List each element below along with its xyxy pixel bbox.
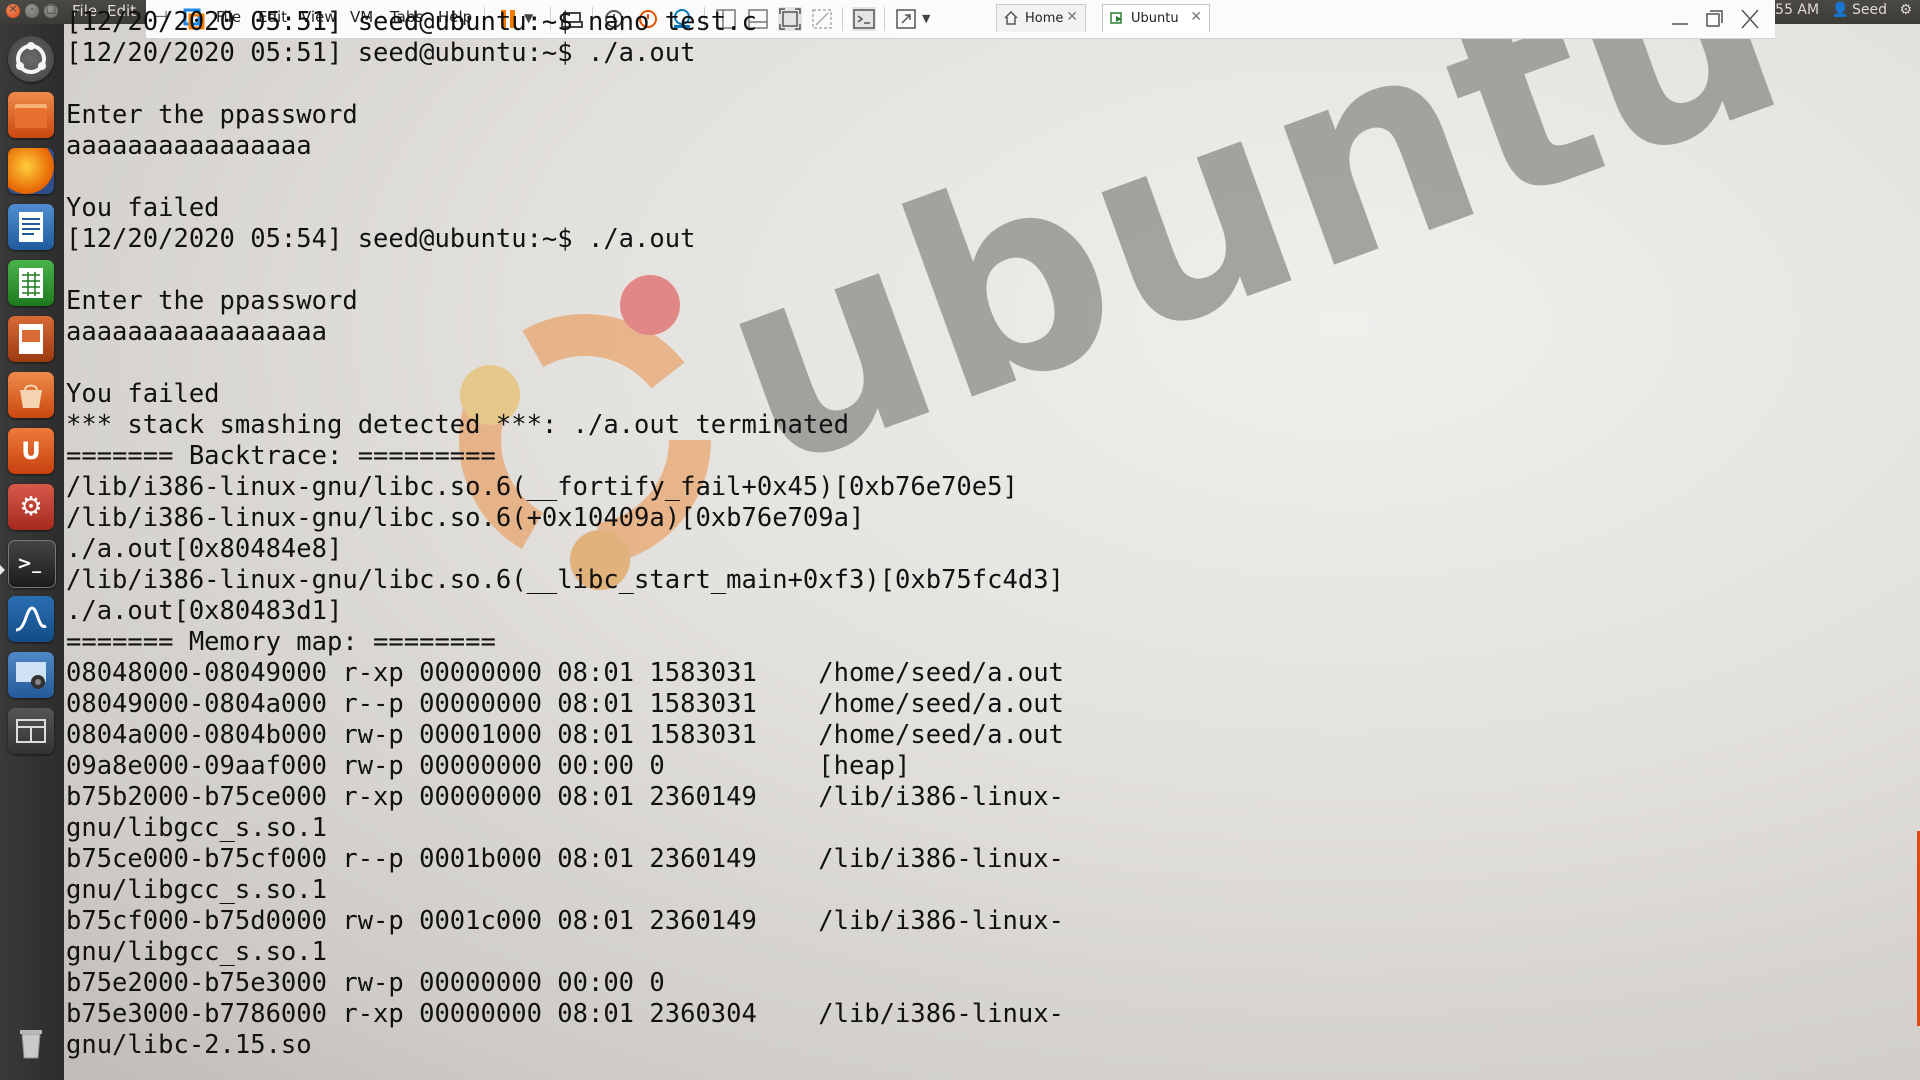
terminal-line: ======= Backtrace: ========= bbox=[66, 441, 496, 471]
terminal-line: b75cf000-b75d0000 rw-p 0001c000 08:01 23… bbox=[66, 906, 1064, 936]
user-icon: 👤 bbox=[1831, 2, 1849, 18]
terminal-line: *** stack smashing detected ***: ./a.out… bbox=[66, 410, 849, 440]
panel-maximize-button[interactable]: □ bbox=[44, 2, 58, 18]
terminal-line: 08049000-0804a000 r--p 00000000 08:01 15… bbox=[66, 689, 1064, 719]
panel-close-button[interactable]: × bbox=[6, 2, 20, 18]
terminal-line: ======= Memory map: ======== bbox=[66, 627, 496, 657]
software-center-icon[interactable] bbox=[8, 372, 54, 418]
terminal-line: Enter the ppassword bbox=[66, 286, 358, 316]
system-settings-icon[interactable]: ⚙ bbox=[8, 484, 54, 530]
terminal-line: b75e3000-b7786000 r-xp 00000000 08:01 23… bbox=[66, 999, 1064, 1029]
wireshark-icon[interactable] bbox=[8, 596, 54, 642]
running-indicator bbox=[0, 565, 5, 575]
terminal-line: gnu/libgcc_s.so.1 bbox=[66, 937, 327, 967]
tab-ubuntu[interactable]: Ubuntu ✕ bbox=[1102, 4, 1210, 32]
panel-indicators: 55 AM 👤 Seed ⚙ bbox=[1767, 2, 1912, 18]
terminal-line: [12/20/2020 05:51] seed@ubuntu:~$ nano t… bbox=[66, 7, 757, 37]
panel-clock[interactable]: 55 AM bbox=[1775, 2, 1819, 18]
panel-user[interactable]: Seed bbox=[1852, 2, 1887, 18]
terminal-line: 0804a000-0804b000 rw-p 00001000 08:01 15… bbox=[66, 720, 1064, 750]
terminal-line: b75b2000-b75ce000 r-xp 00000000 08:01 23… bbox=[66, 782, 1064, 812]
terminal-line: ./a.out[0x80483d1] bbox=[66, 596, 343, 626]
terminal-line: You failed bbox=[66, 379, 220, 409]
close-icon[interactable]: ✕ bbox=[1190, 9, 1202, 25]
files-icon[interactable] bbox=[8, 92, 54, 138]
restore-icon[interactable] bbox=[1700, 6, 1728, 32]
terminal-line: ./a.out[0x80484e8] bbox=[66, 534, 343, 564]
libreoffice-impress-icon[interactable] bbox=[8, 316, 54, 362]
firefox-icon[interactable] bbox=[8, 148, 54, 194]
terminal-line: /lib/i386-linux-gnu/libc.so.6(__libc_sta… bbox=[66, 565, 1064, 595]
workspace-switcher-icon[interactable] bbox=[8, 708, 54, 754]
gear-icon[interactable]: ⚙ bbox=[1899, 2, 1912, 18]
trash-icon[interactable] bbox=[8, 1020, 54, 1066]
terminal-line: Enter the ppassword bbox=[66, 100, 358, 130]
terminal-line: 08048000-08049000 r-xp 00000000 08:01 15… bbox=[66, 658, 1064, 688]
close-icon[interactable] bbox=[1736, 6, 1764, 32]
terminal-icon[interactable]: >_ bbox=[8, 540, 56, 588]
terminal-line: [12/20/2020 05:51] seed@ubuntu:~$ ./a.ou… bbox=[66, 38, 696, 68]
screenshot-icon[interactable] bbox=[8, 652, 54, 698]
terminal-line: [12/20/2020 05:54] seed@ubuntu:~$ ./a.ou… bbox=[66, 224, 696, 254]
minimize-icon[interactable] bbox=[1666, 6, 1694, 32]
terminal-line: b75ce000-b75cf000 r--p 0001b000 08:01 23… bbox=[66, 844, 1064, 874]
libreoffice-calc-icon[interactable] bbox=[8, 260, 54, 306]
terminal-line: aaaaaaaaaaaaaaaaa bbox=[66, 317, 327, 347]
terminal-line: gnu/libgcc_s.so.1 bbox=[66, 813, 327, 843]
close-icon[interactable]: ✕ bbox=[1066, 9, 1078, 25]
terminal-line: /lib/i386-linux-gnu/libc.so.6(+0x10409a)… bbox=[66, 503, 865, 533]
terminal-output: [12/20/2020 05:51] seed@ubuntu:~$ nano t… bbox=[66, 7, 1064, 1061]
terminal-line: gnu/libc-2.15.so bbox=[66, 1030, 312, 1060]
libreoffice-writer-icon[interactable] bbox=[8, 204, 54, 250]
terminal-line: 09a8e000-09aaf000 rw-p 00000000 00:00 0 … bbox=[66, 751, 911, 781]
tab-label: Ubuntu bbox=[1131, 11, 1179, 26]
panel-minimize-button[interactable]: – bbox=[25, 2, 39, 18]
terminal-line: b75e2000-b75e3000 rw-p 00000000 00:00 0 bbox=[66, 968, 665, 998]
terminal-line: gnu/libgcc_s.so.1 bbox=[66, 875, 327, 905]
ubuntu-one-icon[interactable]: U bbox=[8, 428, 54, 474]
terminal-line: /lib/i386-linux-gnu/libc.so.6(__fortify_… bbox=[66, 472, 1018, 502]
terminal-window[interactable]: [12/20/2020 05:51] seed@ubuntu:~$ nano t… bbox=[64, 7, 1920, 1080]
unity-launcher: U ⚙ >_ bbox=[0, 24, 64, 1080]
terminal-line: You failed bbox=[66, 193, 220, 223]
vm-icon bbox=[1110, 12, 1122, 24]
terminal-line: aaaaaaaaaaaaaaaa bbox=[66, 131, 312, 161]
dash-home-icon[interactable] bbox=[8, 36, 54, 82]
